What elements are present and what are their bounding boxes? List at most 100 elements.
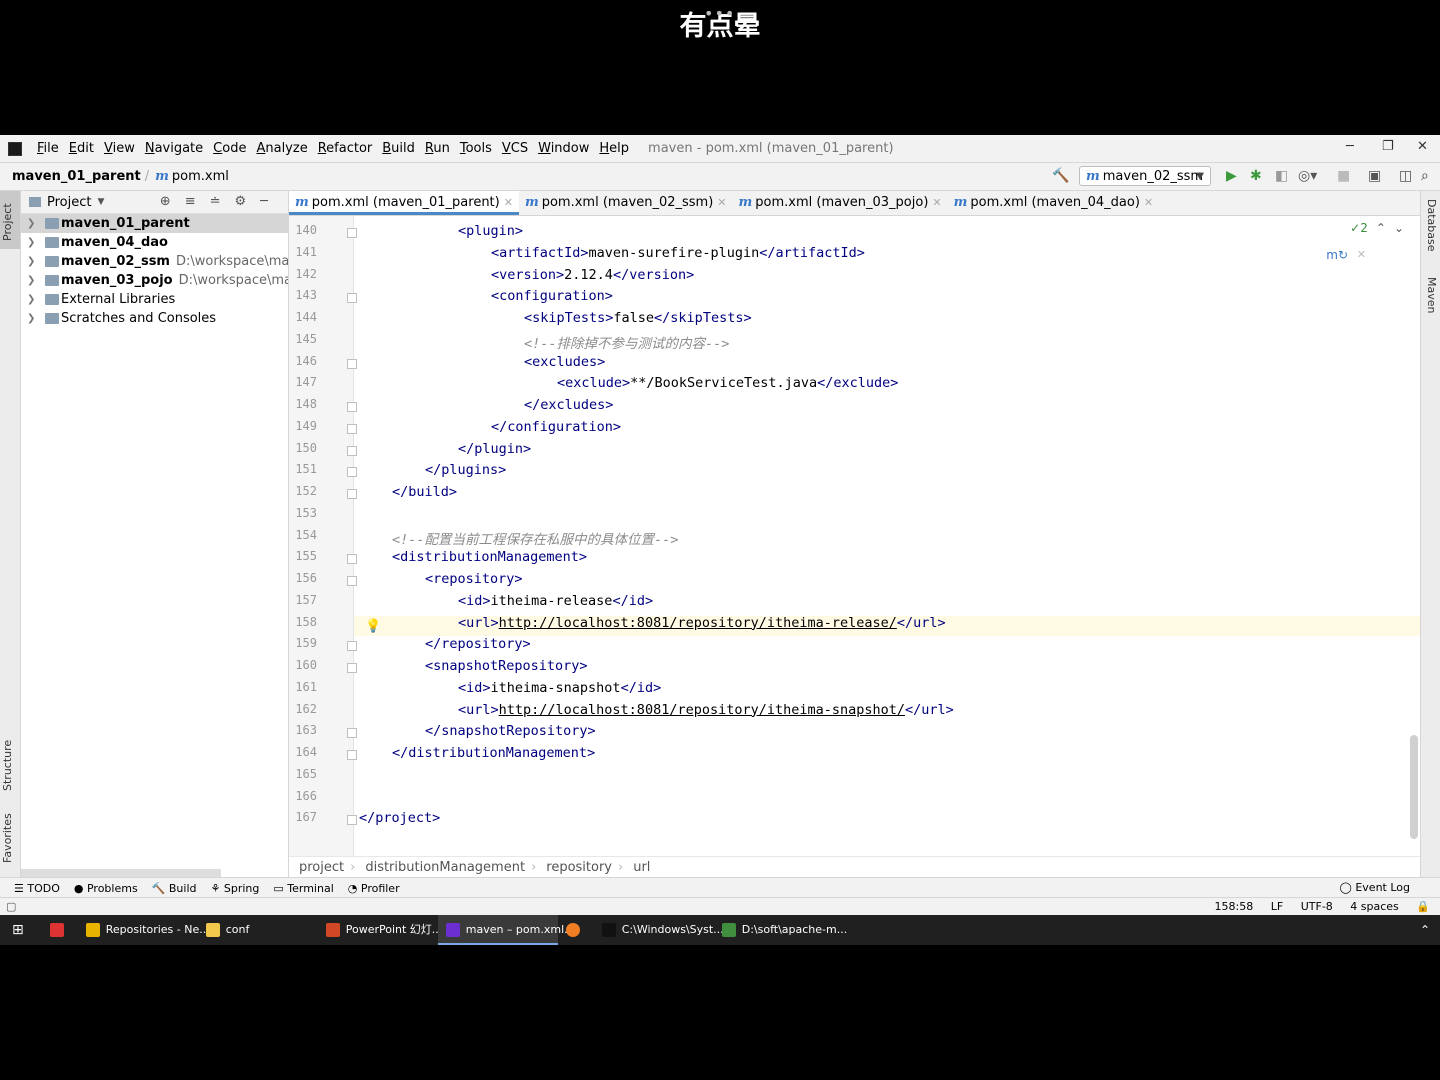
fold-marker-icon[interactable]	[347, 663, 357, 673]
tree-item[interactable]: ❯ External Libraries	[21, 290, 288, 309]
run-icon[interactable]: ▶	[1226, 168, 1237, 184]
fold-marker-icon[interactable]	[347, 641, 357, 652]
breadcrumb-item[interactable]: project	[299, 860, 344, 875]
fold-marker-icon[interactable]	[347, 467, 357, 478]
close-tab-icon[interactable]: ✕	[717, 196, 726, 209]
tool-window-build[interactable]: 🔨 Build	[152, 882, 197, 895]
xml-url[interactable]: http://localhost:8081/repository/itheima…	[499, 615, 897, 631]
favorites-tool-button[interactable]: Favorites	[1, 813, 14, 863]
tool-window-profiler[interactable]: ◔ Profiler	[348, 882, 400, 895]
tree-item[interactable]: ❯ maven_03_pojo D:\workspace\maven\	[21, 271, 288, 290]
taskbar-app[interactable]: PowerPoint 幻灯...	[318, 915, 442, 945]
structure-tool-button[interactable]: Structure	[1, 740, 14, 791]
inspection-widget[interactable]: ✓2 ⌃ ⌄	[1350, 221, 1404, 235]
chevron-down-icon[interactable]: ▼	[97, 197, 104, 207]
search-icon[interactable]: ⌕	[1421, 168, 1429, 184]
nav-project[interactable]: maven_01_parent	[12, 169, 141, 184]
hide-icon[interactable]: ─	[260, 194, 282, 209]
menu-refactor[interactable]: Refactor	[313, 141, 378, 156]
coverage-icon[interactable]: ◧	[1275, 168, 1288, 184]
chevron-right-icon[interactable]: ❯	[27, 271, 35, 290]
chevron-right-icon[interactable]: ❯	[27, 309, 35, 328]
fold-marker-icon[interactable]	[347, 489, 357, 499]
toggle-tool-windows-icon[interactable]: ▢	[6, 900, 16, 913]
file-encoding[interactable]: UTF-8	[1301, 900, 1333, 913]
stop-icon[interactable]: ■	[1337, 168, 1350, 184]
fold-marker-icon[interactable]	[347, 445, 357, 456]
close-tab-icon[interactable]: ✕	[504, 196, 513, 209]
project-view-title[interactable]: Project	[47, 195, 91, 210]
tree-item[interactable]: ❯ maven_02_ssm D:\workspace\maven\r	[21, 252, 288, 271]
menu-edit[interactable]: Edit	[64, 141, 99, 156]
menu-navigate[interactable]: Navigate	[140, 141, 208, 156]
caret-position[interactable]: 158:58	[1215, 900, 1254, 913]
taskbar-app[interactable]: D:\soft\apache-m...	[714, 915, 847, 945]
menu-window[interactable]: Window	[533, 141, 594, 156]
editor-tab[interactable]: m pom.xml (maven_01_parent) ✕	[289, 191, 519, 215]
menu-tools[interactable]: Tools	[455, 141, 497, 156]
fold-marker-icon[interactable]	[347, 576, 357, 586]
close-tab-icon[interactable]: ✕	[932, 196, 941, 209]
lightbulb-icon[interactable]: 💡	[365, 619, 381, 634]
indent-setting[interactable]: 4 spaces	[1350, 900, 1399, 913]
breadcrumb-item[interactable]: distributionManagement	[365, 860, 525, 875]
chevron-down-icon[interactable]: ⌄	[1394, 221, 1404, 235]
taskbar-app[interactable]: conf	[198, 915, 318, 945]
editor-tab[interactable]: m pom.xml (maven_02_ssm) ✕	[519, 191, 733, 215]
taskbar-app[interactable]	[558, 915, 594, 945]
maven-tool-button[interactable]: Maven	[1425, 277, 1438, 313]
collapse-all-icon[interactable]: ≐	[210, 194, 235, 209]
maven-reload-icon[interactable]: m↻	[1326, 248, 1348, 262]
menu-run[interactable]: Run	[420, 141, 455, 156]
chevron-right-icon[interactable]: ❯	[27, 233, 35, 252]
line-separator[interactable]: LF	[1271, 900, 1283, 913]
breadcrumb-item[interactable]: url	[633, 860, 650, 875]
nav-file[interactable]: m pom.xml	[155, 169, 229, 184]
tool-window-todo[interactable]: ☰ TODO	[14, 882, 60, 895]
close-icon[interactable]: ✕	[1357, 248, 1366, 261]
fold-marker-icon[interactable]	[347, 750, 357, 760]
tree-item[interactable]: ❯ Scratches and Consoles	[21, 309, 288, 328]
database-tool-button[interactable]: Database	[1425, 199, 1438, 252]
chevron-right-icon[interactable]: ❯	[27, 290, 35, 309]
close-tab-icon[interactable]: ✕	[1144, 196, 1153, 209]
lock-icon[interactable]: 🔒	[1416, 900, 1430, 913]
menu-code[interactable]: Code	[208, 141, 251, 156]
tray-chevron-up-icon[interactable]: ⌃	[1420, 923, 1430, 937]
close-button[interactable]: ✕	[1417, 139, 1428, 154]
project-panel-actions[interactable]: ⊕≡≐⚙─	[160, 194, 282, 209]
menu-vcs[interactable]: VCS	[497, 141, 533, 156]
chevron-right-icon[interactable]: ❯	[27, 252, 35, 271]
code-editor[interactable]: 140 141 142 143 144 145 146 147 148 149 150 151 152 1…	[289, 216, 1420, 856]
editor-tab[interactable]: m pom.xml (maven_03_pojo) ✕	[733, 191, 948, 215]
menu-file[interactable]: File	[32, 141, 64, 156]
event-log-button[interactable]: ◯ Event Log	[1340, 881, 1410, 894]
fold-marker-icon[interactable]	[347, 358, 357, 369]
project-tool-button[interactable]: Project	[1, 203, 14, 241]
horizontal-scrollbar[interactable]	[21, 869, 221, 877]
taskbar-app[interactable]	[42, 915, 78, 945]
chevron-up-icon[interactable]: ⌃	[1376, 221, 1386, 235]
project-structure-icon[interactable]: ▣	[1368, 168, 1381, 184]
fold-marker-icon[interactable]	[347, 554, 357, 565]
more-options-icon[interactable]: •••	[704, 4, 735, 23]
tool-window-spring[interactable]: ⚘ Spring	[211, 882, 260, 895]
window-layout-icon[interactable]: ◫	[1399, 168, 1412, 184]
tool-window-terminal[interactable]: ▭ Terminal	[273, 882, 333, 895]
tree-item[interactable]: ❯ maven_04_dao	[21, 233, 288, 252]
fold-marker-icon[interactable]	[347, 402, 357, 412]
fold-marker-icon[interactable]	[347, 728, 357, 739]
editor-tab[interactable]: m pom.xml (maven_04_dao) ✕	[948, 191, 1160, 215]
windows-start-icon[interactable]: ⊞	[12, 922, 24, 938]
menu-view[interactable]: View	[99, 141, 140, 156]
gear-icon[interactable]: ⚙	[235, 194, 261, 209]
breadcrumb-item[interactable]: repository	[546, 860, 612, 875]
tree-item[interactable]: ❯ maven_01_parent	[21, 214, 288, 233]
taskbar-app[interactable]: Repositories - Ne...	[78, 915, 210, 945]
run-configuration-select[interactable]: m maven_02_ssm ▼	[1079, 166, 1211, 186]
xml-url[interactable]: http://localhost:8081/repository/itheima…	[499, 702, 905, 718]
build-hammer-icon[interactable]: 🔨	[1052, 168, 1069, 184]
expand-all-icon[interactable]: ≡	[185, 194, 210, 209]
fold-marker-icon[interactable]	[347, 293, 357, 304]
restore-button[interactable]: ❐	[1382, 139, 1394, 154]
